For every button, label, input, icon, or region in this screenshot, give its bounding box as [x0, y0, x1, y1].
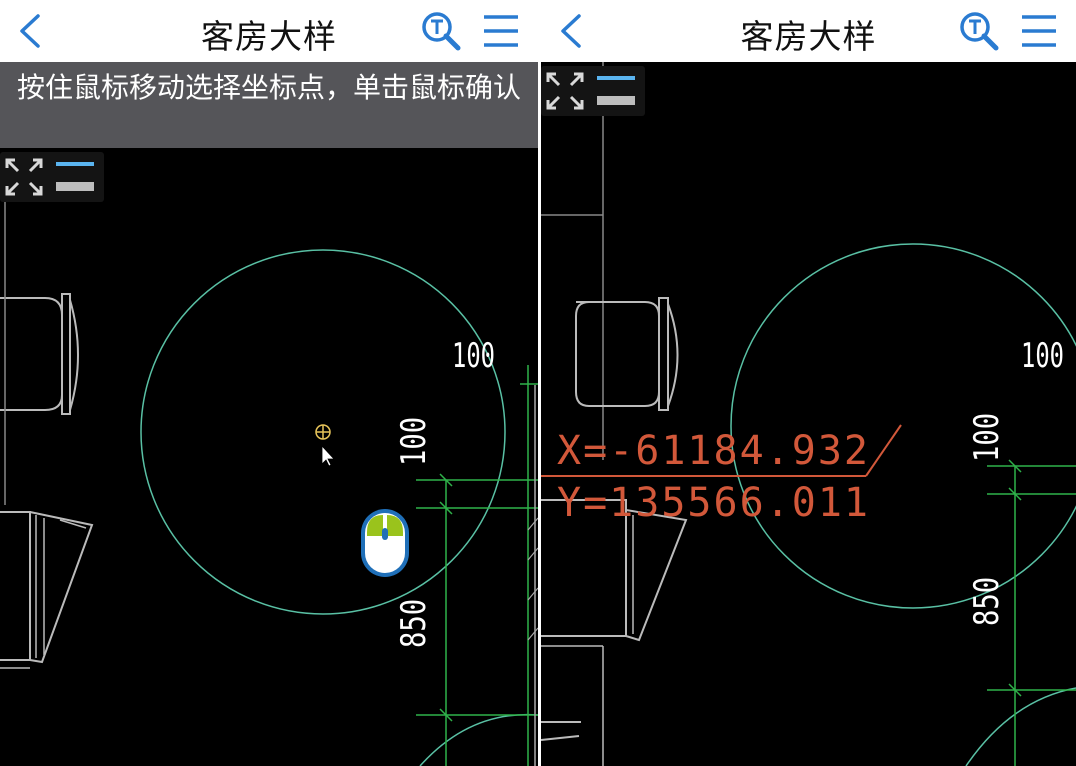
- dimension-label: 100: [452, 336, 495, 376]
- coordinate-x: X=-61184.932: [557, 428, 870, 474]
- crosshair-icon: [315, 424, 331, 440]
- layers-icon[interactable]: [54, 155, 98, 199]
- menu-icon[interactable]: [1016, 8, 1062, 54]
- cad-drawing: [0, 170, 538, 766]
- left-screen: 客房大样 100 100 850 按住鼠标移动选择坐标点，单击鼠标确认: [0, 0, 538, 766]
- dimension-label: 100: [1021, 336, 1064, 376]
- app-header: 客房大样: [0, 0, 538, 62]
- dimension-label: 850: [967, 576, 1007, 626]
- dimension-label: 100: [967, 412, 1007, 462]
- text-search-icon[interactable]: [956, 8, 1002, 54]
- view-tool-panel: [541, 66, 645, 116]
- cad-drawing-canvas[interactable]: [0, 148, 538, 766]
- dimension-label: 100: [394, 416, 434, 466]
- cursor-arrow-icon: [321, 444, 335, 467]
- menu-icon[interactable]: [478, 8, 524, 54]
- layers-icon[interactable]: [595, 69, 639, 113]
- instruction-banner: 按住鼠标移动选择坐标点，单击鼠标确认: [0, 62, 538, 148]
- view-tool-panel: [0, 152, 104, 202]
- dimension-label: 850: [394, 598, 434, 648]
- expand-icon[interactable]: [543, 69, 587, 113]
- expand-icon[interactable]: [2, 155, 46, 199]
- mouse-icon[interactable]: [358, 506, 412, 580]
- app-header: 客房大样: [541, 0, 1076, 62]
- coordinate-y: Y=135566.011: [557, 480, 870, 526]
- text-search-icon[interactable]: [418, 8, 464, 54]
